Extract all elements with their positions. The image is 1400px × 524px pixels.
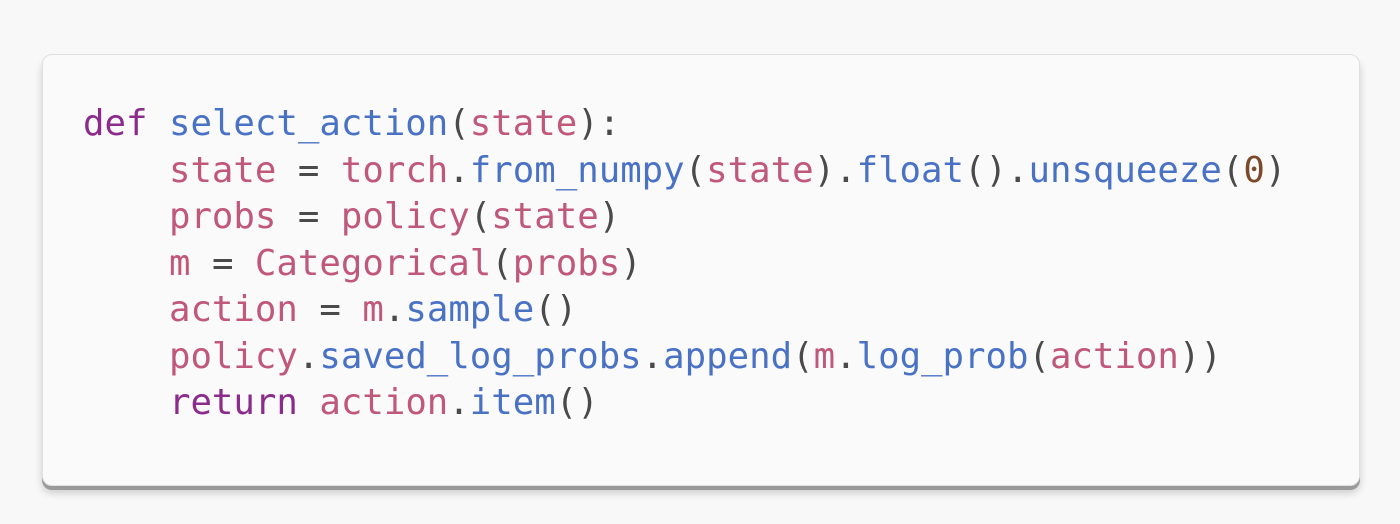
punctuation-token: . xyxy=(641,335,664,377)
code-line: state = torch.from_numpy(state).float().… xyxy=(83,148,1286,195)
identifier-token: probs xyxy=(512,242,621,284)
code-card: def select_action(state): state = torch.… xyxy=(42,54,1360,486)
code-line: action = m.sample() xyxy=(83,287,1286,334)
identifier-token: action xyxy=(168,289,298,330)
punctuation-token: ( xyxy=(469,196,492,237)
punctuation-token: (). xyxy=(964,149,1029,191)
function-token: sample xyxy=(405,289,535,330)
punctuation-token: ) xyxy=(620,242,642,284)
punctuation-token: ( xyxy=(792,335,814,377)
identifier-token: policy xyxy=(340,196,470,237)
punctuation-token xyxy=(83,243,169,284)
punctuation-token xyxy=(83,196,169,237)
code-line: probs = policy(state) xyxy=(83,194,1286,241)
identifier-token: state xyxy=(168,149,277,191)
identifier-token: action xyxy=(1049,335,1179,377)
code-block: def select_action(state): state = torch.… xyxy=(83,101,1286,427)
punctuation-token xyxy=(147,103,169,144)
punctuation-token: . xyxy=(835,335,857,377)
punctuation-token xyxy=(83,382,169,423)
keyword-token: def xyxy=(83,103,148,144)
punctuation-token: )) xyxy=(1178,335,1222,377)
punctuation-token xyxy=(298,382,320,423)
punctuation-token: ): xyxy=(577,103,621,144)
function-token: select_action xyxy=(168,103,449,144)
punctuation-token: . xyxy=(448,149,470,191)
identifier-token: probs xyxy=(168,196,277,237)
function-token: from_numpy xyxy=(469,149,685,191)
identifier-token: state xyxy=(491,196,599,237)
identifier-token: m xyxy=(813,335,836,377)
identifier-token: m xyxy=(168,242,191,284)
identifier-token: m xyxy=(362,289,384,330)
identifier-token: torch xyxy=(340,149,449,191)
identifier-token: policy xyxy=(168,335,298,377)
punctuation-token: . xyxy=(297,335,320,377)
punctuation-token: ( xyxy=(448,103,470,144)
punctuation-token: . xyxy=(448,382,470,423)
identifier-token: Categorical xyxy=(254,242,492,284)
punctuation-token: ( xyxy=(684,149,707,191)
punctuation-token: ) xyxy=(598,196,621,237)
identifier-token: action xyxy=(319,382,449,423)
punctuation-token: = xyxy=(276,196,341,237)
punctuation-token: ( xyxy=(491,242,513,284)
function-token: float xyxy=(856,149,965,191)
punctuation-token: () xyxy=(534,289,578,330)
code-line: m = Categorical(probs) xyxy=(83,241,1286,288)
function-token: saved_log_probs xyxy=(319,335,642,377)
punctuation-token: = xyxy=(276,149,341,191)
punctuation-token xyxy=(83,150,169,191)
punctuation-token: ) xyxy=(1264,149,1287,191)
punctuation-token: ( xyxy=(1028,335,1050,377)
punctuation-token xyxy=(83,336,169,377)
identifier-token: state xyxy=(469,103,578,144)
number-token: 0 xyxy=(1243,149,1265,191)
identifier-token: state xyxy=(706,149,814,191)
punctuation-token: . xyxy=(383,289,406,330)
code-line: policy.saved_log_probs.append(m.log_prob… xyxy=(83,334,1286,381)
function-token: item xyxy=(469,382,556,423)
punctuation-token: () xyxy=(555,382,599,423)
function-token: log_prob xyxy=(856,335,1029,377)
punctuation-token: = xyxy=(190,242,255,284)
code-line: return action.item() xyxy=(83,380,1286,427)
function-token: append xyxy=(663,335,793,377)
code-line: def select_action(state): xyxy=(83,101,1286,148)
punctuation-token: = xyxy=(297,289,363,330)
function-token: unsqueeze xyxy=(1028,149,1222,191)
keyword-token: return xyxy=(168,382,298,423)
punctuation-token: ). xyxy=(813,149,857,191)
punctuation-token: ( xyxy=(1221,149,1244,191)
punctuation-token xyxy=(83,289,169,330)
